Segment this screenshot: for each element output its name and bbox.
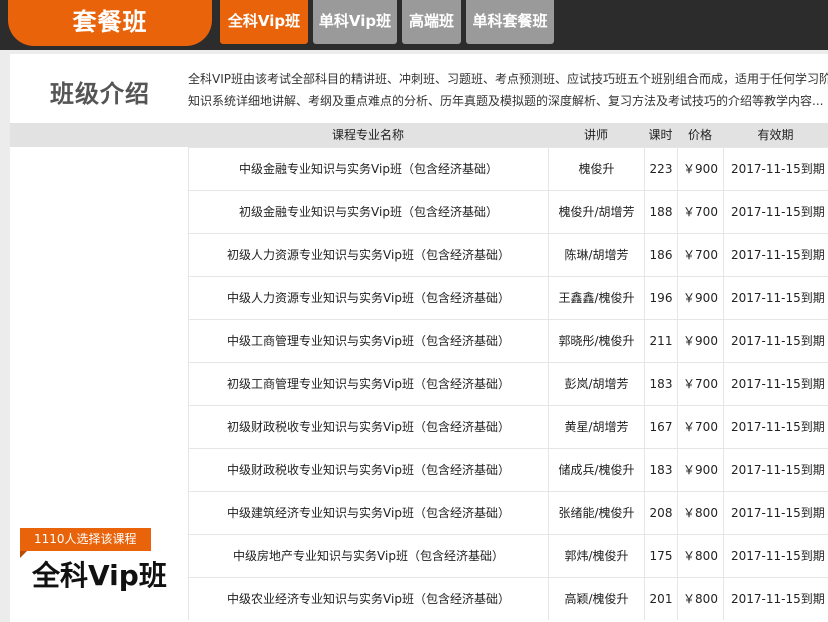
section-title: 班级介绍	[50, 80, 150, 108]
tab-single-vip[interactable]: 单科Vip班	[313, 0, 397, 44]
course-hours: 208	[644, 492, 677, 534]
course-price: ￥900	[677, 449, 723, 491]
course-hours: 186	[644, 234, 677, 276]
course-name[interactable]: 初级金融专业知识与实务Vip班（包含经济基础）	[188, 191, 548, 233]
course-name[interactable]: 中级建筑经济专业知识与实务Vip班（包含经济基础）	[188, 492, 548, 534]
course-teacher: 黄星/胡增芳	[548, 406, 644, 448]
course-name[interactable]: 初级工商管理专业知识与实务Vip班（包含经济基础）	[188, 363, 548, 405]
table-row[interactable]: 初级人力资源专业知识与实务Vip班（包含经济基础） 陈琳/胡增芳 186 ￥70…	[188, 233, 828, 276]
course-price: ￥900	[677, 277, 723, 319]
tab-single-package[interactable]: 单科套餐班	[466, 0, 554, 44]
course-teacher: 陈琳/胡增芳	[548, 234, 644, 276]
course-hours: 175	[644, 535, 677, 577]
table-row[interactable]: 初级财政税收专业知识与实务Vip班（包含经济基础） 黄星/胡增芳 167 ￥70…	[188, 405, 828, 448]
tab-premium[interactable]: 高端班	[402, 0, 461, 44]
table-row[interactable]: 中级金融专业知识与实务Vip班（包含经济基础） 槐俊升 223 ￥900 201…	[188, 147, 828, 190]
course-teacher: 储成兵/槐俊升	[548, 449, 644, 491]
course-price: ￥800	[677, 535, 723, 577]
col-header-name: 课程专业名称	[331, 128, 404, 142]
badge-ribbon-tail	[20, 551, 27, 558]
course-valid: 2017-11-15到期	[723, 191, 828, 233]
col-header-teacher: 讲师	[583, 128, 608, 142]
class-name-label: 全科Vip班	[32, 559, 167, 592]
course-hours: 201	[644, 578, 677, 620]
course-price: ￥900	[677, 320, 723, 362]
course-name[interactable]: 中级人力资源专业知识与实务Vip班（包含经济基础）	[188, 277, 548, 319]
course-hours: 188	[644, 191, 677, 233]
top-navigation-bar: 套餐班 全科Vip班 单科Vip班 高端班 单科套餐班	[0, 0, 828, 50]
table-row[interactable]: 中级人力资源专业知识与实务Vip班（包含经济基础） 王鑫鑫/槐俊升 196 ￥9…	[188, 276, 828, 319]
description-line-1: 全科VIP班由该考试全部科目的精讲班、冲刺班、习题班、考点预测班、应试技巧班五个…	[188, 72, 828, 86]
course-teacher: 郭炜/槐俊升	[548, 535, 644, 577]
course-hours: 183	[644, 449, 677, 491]
table-row[interactable]: 中级工商管理专业知识与实务Vip班（包含经济基础） 郭晓彤/槐俊升 211 ￥9…	[188, 319, 828, 362]
course-hours: 223	[644, 148, 677, 190]
course-teacher: 彭岚/胡增芳	[548, 363, 644, 405]
course-valid: 2017-11-15到期	[723, 449, 828, 491]
course-teacher: 郭晓彤/槐俊升	[548, 320, 644, 362]
description-line-2: 知识系统详细地讲解、考纲及重点难点的分析、历年真题及模拟题的深度解析、复习方法及…	[188, 94, 824, 108]
table-row[interactable]: 初级金融专业知识与实务Vip班（包含经济基础） 槐俊升/胡增芳 188 ￥700…	[188, 190, 828, 233]
course-price: ￥700	[677, 363, 723, 405]
course-panel: 班级介绍 全科VIP班由该考试全部科目的精讲班、冲刺班、习题班、考点预测班、应试…	[10, 54, 828, 622]
course-name[interactable]: 初级人力资源专业知识与实务Vip班（包含经济基础）	[188, 234, 548, 276]
course-valid: 2017-11-15到期	[723, 535, 828, 577]
course-valid: 2017-11-15到期	[723, 492, 828, 534]
course-price: ￥700	[677, 234, 723, 276]
course-price: ￥800	[677, 578, 723, 620]
table-row[interactable]: 初级工商管理专业知识与实务Vip班（包含经济基础） 彭岚/胡增芳 183 ￥70…	[188, 362, 828, 405]
class-description: 全科VIP班由该考试全部科目的精讲班、冲刺班、习题班、考点预测班、应试技巧班五个…	[188, 68, 828, 112]
col-header-hours: 课时	[648, 128, 673, 142]
table-header: 课程专业名称 讲师 课时 价格 有效期	[10, 123, 828, 147]
course-teacher: 槐俊升	[548, 148, 644, 190]
brand-title: 套餐班	[8, 0, 212, 46]
course-teacher: 高颖/槐俊升	[548, 578, 644, 620]
course-valid: 2017-11-15到期	[723, 148, 828, 190]
course-name[interactable]: 中级工商管理专业知识与实务Vip班（包含经济基础）	[188, 320, 548, 362]
course-price: ￥900	[677, 148, 723, 190]
course-hours: 196	[644, 277, 677, 319]
course-valid: 2017-11-15到期	[723, 406, 828, 448]
course-valid: 2017-11-15到期	[723, 277, 828, 319]
course-name[interactable]: 中级农业经济专业知识与实务Vip班（包含经济基础）	[188, 578, 548, 620]
col-header-price: 价格	[687, 128, 712, 142]
course-teacher: 张绪能/槐俊升	[548, 492, 644, 534]
course-price: ￥700	[677, 191, 723, 233]
course-valid: 2017-11-15到期	[723, 234, 828, 276]
course-name[interactable]: 中级财政税收专业知识与实务Vip班（包含经济基础）	[188, 449, 548, 491]
course-name[interactable]: 中级房地产专业知识与实务Vip班（包含经济基础）	[188, 535, 548, 577]
col-header-valid: 有效期	[757, 128, 794, 142]
enrollment-badge: 1110人选择该课程	[20, 528, 151, 551]
course-table: 中级金融专业知识与实务Vip班（包含经济基础） 槐俊升 223 ￥900 201…	[188, 147, 828, 620]
tab-full-vip[interactable]: 全科Vip班	[220, 0, 308, 44]
course-teacher: 王鑫鑫/槐俊升	[548, 277, 644, 319]
table-row[interactable]: 中级农业经济专业知识与实务Vip班（包含经济基础） 高颖/槐俊升 201 ￥80…	[188, 577, 828, 620]
course-name[interactable]: 中级金融专业知识与实务Vip班（包含经济基础）	[188, 148, 548, 190]
course-valid: 2017-11-15到期	[723, 363, 828, 405]
course-price: ￥800	[677, 492, 723, 534]
table-row[interactable]: 中级财政税收专业知识与实务Vip班（包含经济基础） 储成兵/槐俊升 183 ￥9…	[188, 448, 828, 491]
table-row[interactable]: 中级房地产专业知识与实务Vip班（包含经济基础） 郭炜/槐俊升 175 ￥800…	[188, 534, 828, 577]
course-valid: 2017-11-15到期	[723, 320, 828, 362]
course-teacher: 槐俊升/胡增芳	[548, 191, 644, 233]
course-price: ￥700	[677, 406, 723, 448]
course-hours: 211	[644, 320, 677, 362]
course-hours: 183	[644, 363, 677, 405]
course-hours: 167	[644, 406, 677, 448]
table-row[interactable]: 中级建筑经济专业知识与实务Vip班（包含经济基础） 张绪能/槐俊升 208 ￥8…	[188, 491, 828, 534]
course-valid: 2017-11-15到期	[723, 578, 828, 620]
course-name[interactable]: 初级财政税收专业知识与实务Vip班（包含经济基础）	[188, 406, 548, 448]
